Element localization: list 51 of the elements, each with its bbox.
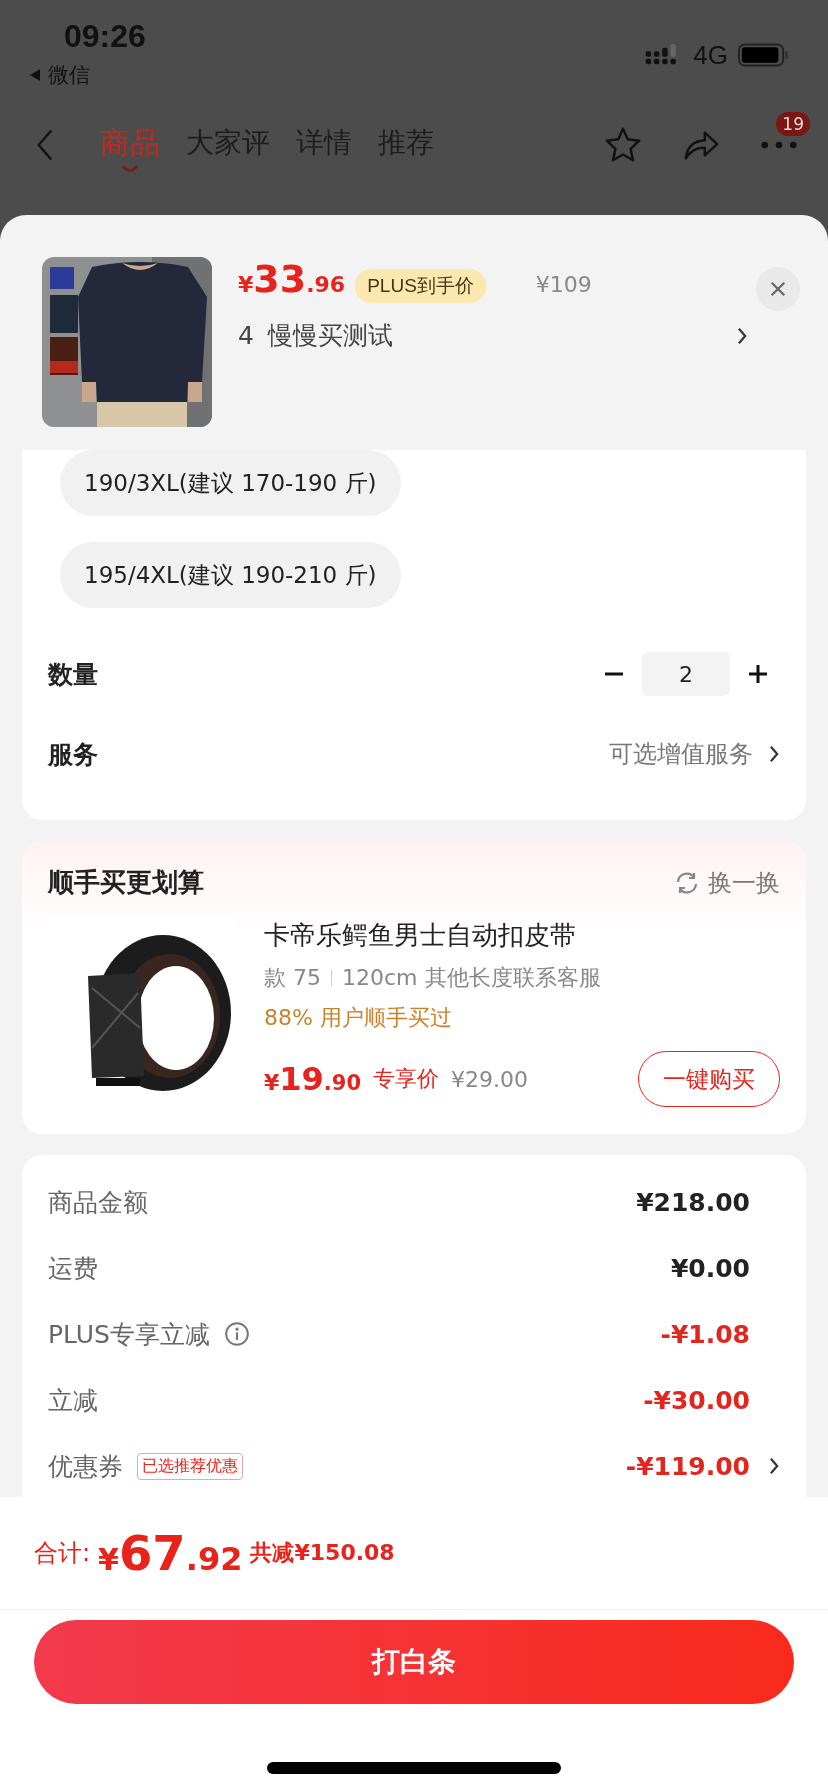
service-value[interactable]: 可选增值服务 xyxy=(609,738,753,770)
original-price: ¥29.00 xyxy=(451,1066,530,1092)
close-button[interactable] xyxy=(756,267,800,311)
coupon-tag: 已选推荐优惠 xyxy=(137,1452,243,1480)
selection-label: 慢慢买测试 xyxy=(267,320,394,352)
summary-label: 优惠券 xyxy=(48,1450,123,1483)
notification-badge: 19 xyxy=(776,112,810,136)
summary-label: 商品金额 xyxy=(48,1186,148,1219)
star-icon[interactable] xyxy=(604,126,642,164)
refresh-button[interactable]: 换一换 xyxy=(674,866,780,899)
buy-button[interactable]: 一键购买 xyxy=(638,1051,780,1107)
back-app-link[interactable]: 微信 xyxy=(48,61,90,89)
price: ¥33.96 xyxy=(238,257,346,301)
addon-title: 顺手买更划算 xyxy=(48,866,205,899)
product-spec: 120cm 其他长度联系客服 xyxy=(342,964,601,992)
summary-amount: -¥1.08 xyxy=(660,1319,750,1349)
service-label: 服务 xyxy=(48,738,99,771)
chevron-right-icon[interactable] xyxy=(769,745,780,763)
social-proof: 88% 用户顺手买过 xyxy=(264,1004,453,1032)
addon-price: ¥19.90 xyxy=(264,1060,362,1098)
refresh-icon[interactable] xyxy=(674,869,700,896)
total-price: ¥67.92 xyxy=(98,1525,243,1581)
status-time: 09:26 xyxy=(64,18,146,55)
chevron-right-icon[interactable] xyxy=(769,1457,780,1475)
original-price: ¥109 xyxy=(535,272,592,297)
product-name: 卡帝乐鳄鱼男士自动扣皮带 xyxy=(264,919,577,952)
size-option[interactable]: 190/3XL(建议 170-190 斤) xyxy=(60,450,401,516)
savings-label: 共减¥150.08 xyxy=(250,1539,395,1567)
quantity-label: 数量 xyxy=(48,658,99,691)
summary-label: 运费 xyxy=(48,1252,98,1285)
size-option[interactable]: 195/4XL(建议 190-210 斤) xyxy=(60,542,401,608)
price-tag: PLUS到手价 xyxy=(355,269,486,303)
close-icon[interactable] xyxy=(769,280,787,298)
price-tag: 专享价 xyxy=(373,1064,440,1094)
plus-icon[interactable] xyxy=(748,664,768,684)
quantity-field[interactable]: 2 xyxy=(642,652,730,696)
total-label: 合计: xyxy=(34,1538,91,1569)
battery-icon xyxy=(738,43,788,67)
summary-label: 立减 xyxy=(48,1384,98,1417)
pay-button[interactable]: 打白条 xyxy=(34,1620,794,1704)
summary-label: PLUS专享立减 xyxy=(48,1318,210,1351)
network-label: 4G xyxy=(693,39,728,71)
selection-count: 4 xyxy=(238,321,254,350)
info-icon[interactable] xyxy=(223,1321,250,1347)
smile-icon xyxy=(121,164,139,173)
summary-amount: ¥0.00 xyxy=(670,1253,750,1283)
chevron-right-icon[interactable] xyxy=(737,326,748,345)
product-spec: 款 75 xyxy=(264,964,321,992)
summary-amount: -¥30.00 xyxy=(643,1385,750,1415)
summary-amount: -¥119.00 xyxy=(625,1451,750,1481)
summary-amount: ¥218.00 xyxy=(636,1187,750,1217)
